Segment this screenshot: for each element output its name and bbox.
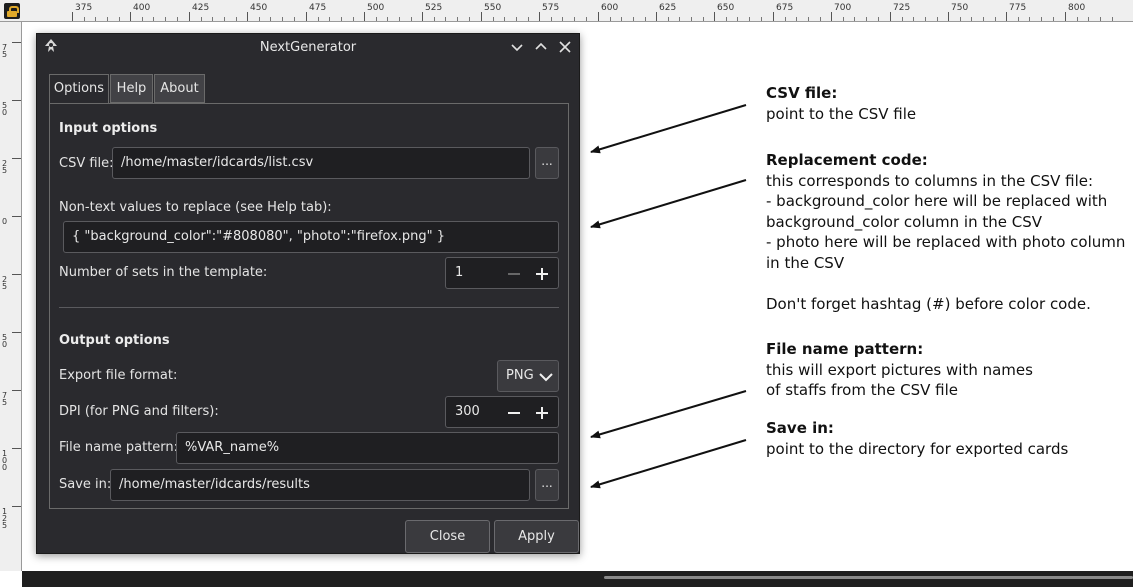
number-of-sets-label: Number of sets in the template: (59, 265, 268, 280)
csv-file-input[interactable]: /home/master/idcards/list.csv (112, 147, 530, 179)
minus-icon[interactable] (504, 403, 524, 423)
plus-icon[interactable] (532, 403, 552, 423)
save-in-label: Save in: (59, 477, 112, 492)
note-replacement-title: Replacement code: (766, 151, 928, 169)
arrow-pattern (590, 390, 747, 439)
file-name-pattern-input[interactable]: %VAR_name% (176, 432, 559, 464)
close-button[interactable]: Close (405, 520, 490, 553)
nontext-values-input[interactable]: { "background_color":"#808080", "photo":… (63, 221, 559, 253)
minimize-button[interactable] (507, 37, 527, 57)
note-save-line: point to the directory for exported card… (766, 439, 1069, 458)
apply-button[interactable]: Apply (494, 520, 579, 553)
arrow-save (590, 439, 747, 489)
output-options-heading: Output options (59, 333, 170, 348)
nextgenerator-dialog: NextGenerator Options Help About Input o… (36, 33, 580, 554)
note-save: Save in: point to the directory for expo… (766, 418, 1068, 459)
note-pattern: File name pattern: this will export pict… (766, 339, 1033, 401)
section-divider (59, 307, 559, 308)
note-replacement-line: Don't forget hashtag (#) before color co… (766, 294, 1091, 313)
tab-about[interactable]: About (154, 74, 205, 103)
nontext-values-label: Non-text values to replace (see Help tab… (59, 200, 332, 215)
note-csv: CSV file: point to the CSV file (766, 83, 916, 124)
dpi-label: DPI (for PNG and filters): (59, 404, 219, 419)
dpi-spinbox[interactable]: 300 (445, 396, 559, 428)
number-of-sets-value[interactable]: 1 (455, 265, 463, 280)
export-format-select[interactable]: PNG (497, 360, 559, 392)
note-csv-title: CSV file: (766, 84, 838, 102)
arrow-replacement (590, 179, 747, 229)
maximize-button[interactable] (531, 37, 551, 57)
note-pattern-line: this will export pictures with names (766, 360, 1033, 379)
note-replacement-line: background_color column in the CSV (766, 212, 1042, 231)
export-format-label: Export file format: (59, 368, 178, 383)
file-name-pattern-label: File name pattern: (59, 440, 179, 455)
note-replacement-line: - photo here will be replaced with photo… (766, 233, 1126, 251)
note-pattern-line: of staffs from the CSV file (766, 381, 958, 399)
note-save-title: Save in: (766, 419, 834, 437)
arrow-csv (590, 104, 747, 154)
save-in-input[interactable]: /home/master/idcards/results (110, 469, 530, 501)
chevron-down-icon (539, 373, 553, 382)
note-pattern-title: File name pattern: (766, 340, 924, 358)
title-bar[interactable]: NextGenerator (37, 34, 579, 60)
number-of-sets-spinbox[interactable]: 1 (445, 257, 559, 289)
minus-icon[interactable] (504, 264, 524, 284)
browse-save-button[interactable]: ... (535, 469, 559, 501)
dpi-value[interactable]: 300 (455, 404, 480, 419)
note-replacement-line: this corresponds to columns in the CSV f… (766, 171, 1094, 190)
note-csv-line: point to the CSV file (766, 104, 917, 123)
input-options-heading: Input options (59, 121, 158, 136)
tab-options[interactable]: Options (49, 74, 109, 104)
plus-icon[interactable] (532, 264, 552, 284)
tab-help[interactable]: Help (110, 74, 153, 103)
window-title: NextGenerator (259, 40, 357, 55)
export-format-value: PNG (506, 368, 534, 383)
csv-file-label: CSV file: (59, 156, 114, 171)
note-replacement: Replacement code: this corresponds to co… (766, 150, 1125, 314)
options-panel: Input options CSV file: /home/master/idc… (49, 103, 569, 509)
close-window-button[interactable] (555, 37, 575, 57)
browse-csv-button[interactable]: ... (535, 147, 559, 179)
note-replacement-line: - background_color here will be replaced… (766, 192, 1108, 210)
note-replacement-line: in the CSV (766, 253, 845, 272)
